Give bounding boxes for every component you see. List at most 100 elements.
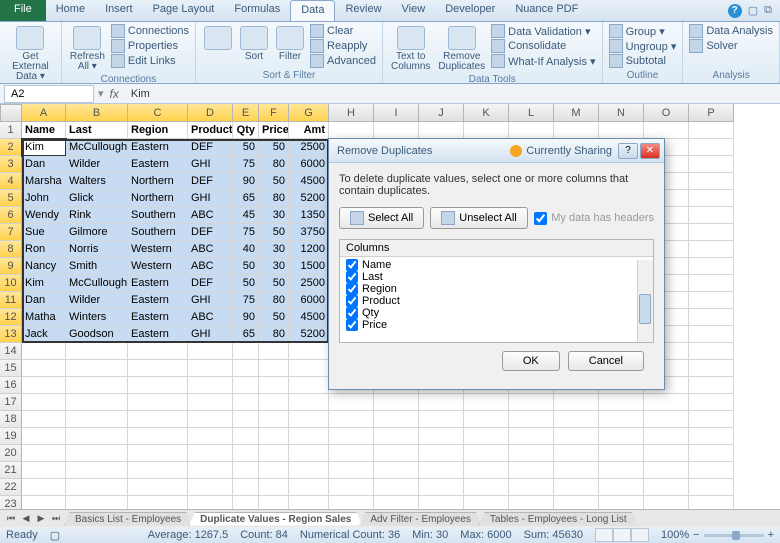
cell[interactable]: 1200: [289, 241, 329, 258]
zoom-level[interactable]: 100%: [661, 529, 689, 541]
column-header[interactable]: A: [22, 104, 66, 122]
cell[interactable]: [233, 394, 259, 411]
column-checkbox[interactable]: [346, 283, 358, 295]
cell[interactable]: [329, 411, 374, 428]
cell[interactable]: 30: [259, 207, 289, 224]
row-header[interactable]: 2: [0, 139, 22, 156]
cell[interactable]: Eastern: [128, 326, 188, 343]
advanced-button[interactable]: Advanced: [310, 54, 376, 68]
cell[interactable]: 50: [233, 275, 259, 292]
row-header[interactable]: 1: [0, 122, 22, 139]
column-checkbox[interactable]: [346, 319, 358, 331]
cell[interactable]: Dan: [22, 156, 66, 173]
cell[interactable]: [509, 428, 554, 445]
column-header[interactable]: N: [599, 104, 644, 122]
sort-az-button[interactable]: [202, 24, 234, 52]
cell[interactable]: [233, 411, 259, 428]
cell[interactable]: DEF: [188, 275, 233, 292]
column-checkbox-item[interactable]: Region: [342, 283, 651, 295]
row-header[interactable]: 6: [0, 207, 22, 224]
cell[interactable]: [259, 411, 289, 428]
cell[interactable]: [689, 190, 734, 207]
cell[interactable]: [22, 479, 66, 496]
column-header[interactable]: G: [289, 104, 329, 122]
group-button[interactable]: Group ▾: [609, 24, 677, 38]
cell[interactable]: 65: [233, 326, 259, 343]
cell[interactable]: Glick: [66, 190, 128, 207]
cell[interactable]: 1350: [289, 207, 329, 224]
cell[interactable]: 75: [233, 224, 259, 241]
select-all-button[interactable]: Select All: [339, 207, 424, 229]
cell[interactable]: GHI: [188, 190, 233, 207]
cell[interactable]: 5200: [289, 190, 329, 207]
cell[interactable]: Price: [259, 122, 289, 139]
cell[interactable]: [233, 462, 259, 479]
cell[interactable]: Western: [128, 241, 188, 258]
row-header[interactable]: 13: [0, 326, 22, 343]
cell[interactable]: [689, 156, 734, 173]
cell[interactable]: Northern: [128, 190, 188, 207]
cell[interactable]: 6000: [289, 292, 329, 309]
cell[interactable]: [233, 360, 259, 377]
minimize-ribbon-icon[interactable]: ▢: [748, 4, 758, 17]
cell[interactable]: [329, 479, 374, 496]
row-header[interactable]: 7: [0, 224, 22, 241]
cell[interactable]: [689, 309, 734, 326]
cell[interactable]: [289, 394, 329, 411]
cell[interactable]: [22, 360, 66, 377]
cell[interactable]: [22, 411, 66, 428]
cell[interactable]: 50: [259, 275, 289, 292]
cell[interactable]: Product: [188, 122, 233, 139]
cell[interactable]: [128, 428, 188, 445]
cell[interactable]: 50: [259, 173, 289, 190]
column-checkbox[interactable]: [346, 307, 358, 319]
cell[interactable]: Amt: [289, 122, 329, 139]
column-header[interactable]: I: [374, 104, 419, 122]
cell[interactable]: [329, 428, 374, 445]
view-break-icon[interactable]: [631, 528, 649, 542]
cell[interactable]: Southern: [128, 207, 188, 224]
row-header[interactable]: 3: [0, 156, 22, 173]
cell[interactable]: [22, 377, 66, 394]
consolidate-button[interactable]: Consolidate: [491, 39, 595, 53]
refresh-all-button[interactable]: Refresh All ▾: [68, 24, 107, 74]
cell[interactable]: Winters: [66, 309, 128, 326]
data-analysis-button[interactable]: Data Analysis: [689, 24, 773, 38]
get-external-data-button[interactable]: Get External Data ▾: [6, 24, 55, 84]
cell[interactable]: [289, 445, 329, 462]
sheet-tab[interactable]: Duplicate Values - Region Sales: [189, 512, 362, 526]
cell[interactable]: [689, 275, 734, 292]
cell[interactable]: 1500: [289, 258, 329, 275]
cell[interactable]: [66, 394, 128, 411]
cell[interactable]: [259, 462, 289, 479]
cell[interactable]: [644, 479, 689, 496]
dialog-help-icon[interactable]: ?: [618, 143, 638, 159]
cell[interactable]: Goodson: [66, 326, 128, 343]
cell[interactable]: [374, 445, 419, 462]
properties-button[interactable]: Properties: [111, 39, 189, 53]
cell[interactable]: [22, 428, 66, 445]
cell[interactable]: [509, 479, 554, 496]
cell[interactable]: [188, 360, 233, 377]
cell[interactable]: [329, 462, 374, 479]
cell[interactable]: Eastern: [128, 309, 188, 326]
what-if-button[interactable]: What-If Analysis ▾: [491, 54, 595, 68]
cell[interactable]: 75: [233, 292, 259, 309]
cell[interactable]: [374, 411, 419, 428]
cell[interactable]: [259, 377, 289, 394]
cell[interactable]: [464, 462, 509, 479]
column-checkbox-item[interactable]: Name: [342, 259, 651, 271]
cell[interactable]: [374, 462, 419, 479]
cell[interactable]: 50: [233, 139, 259, 156]
cell[interactable]: Gilmore: [66, 224, 128, 241]
tab-formulas[interactable]: Formulas: [224, 0, 290, 21]
cell[interactable]: [66, 343, 128, 360]
cell[interactable]: ABC: [188, 258, 233, 275]
cell[interactable]: Kim: [22, 275, 66, 292]
headers-checkbox-label[interactable]: My data has headers: [534, 212, 654, 225]
cell[interactable]: [509, 462, 554, 479]
cell[interactable]: 80: [259, 326, 289, 343]
cell[interactable]: [259, 360, 289, 377]
cell[interactable]: DEF: [188, 139, 233, 156]
macro-record-icon[interactable]: ▢: [50, 529, 60, 542]
